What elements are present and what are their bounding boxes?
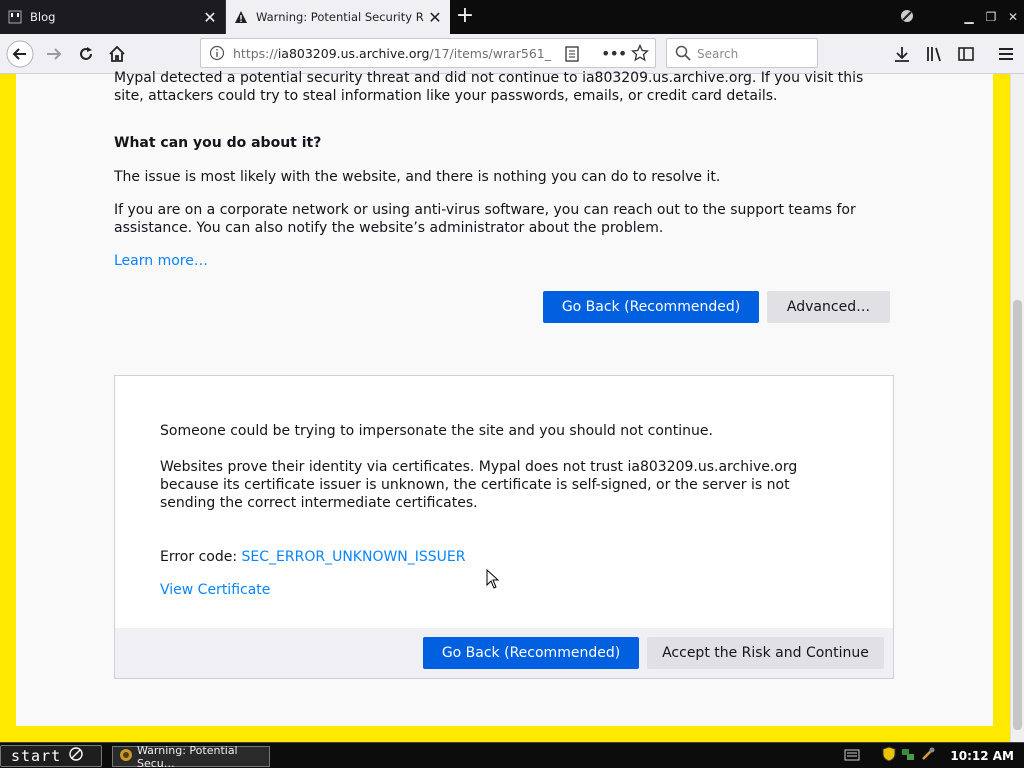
blog-favicon-icon: [8, 10, 22, 24]
advanced-panel: Someone could be trying to impersonate t…: [114, 375, 894, 679]
download-icon: [895, 47, 909, 62]
more-icon[interactable]: •••: [601, 44, 627, 63]
forward-button[interactable]: [40, 40, 68, 68]
downloads-button[interactable]: [888, 40, 916, 68]
reload-button[interactable]: [72, 40, 100, 68]
clock: 10:12 AM: [950, 749, 1014, 763]
close-window-icon[interactable]: ✕: [1002, 10, 1024, 24]
warning-icon: [234, 10, 248, 24]
forward-icon: [47, 48, 62, 60]
resolution-text: The issue is most likely with the websit…: [114, 169, 721, 185]
scrollbar-thumb[interactable]: [1013, 300, 1022, 730]
go-back-button[interactable]: Go Back (Recommended): [543, 291, 759, 323]
search-bar[interactable]: Search: [666, 38, 818, 68]
new-tab-button[interactable]: +: [452, 4, 478, 30]
navigation-toolbar: https://ia803209.us.archive.org/17/items…: [0, 34, 1024, 74]
error-code-link[interactable]: SEC_ERROR_UNKNOWN_ISSUER: [242, 549, 466, 565]
tab-warning[interactable]: Warning: Potential Security Risk Ah ✕: [226, 0, 450, 34]
library-button[interactable]: [920, 40, 948, 68]
error-code-label: Error code:: [160, 549, 238, 565]
tab-blog[interactable]: Blog ✕: [0, 0, 226, 34]
bookmark-star-icon[interactable]: [630, 43, 650, 66]
start-logo-icon: [69, 747, 83, 765]
back-icon: [6, 40, 34, 68]
search-placeholder: Search: [697, 47, 739, 61]
error-code-line: Error code: SEC_ERROR_UNKNOWN_ISSUER: [160, 548, 466, 566]
restore-icon[interactable]: ❐: [980, 10, 1002, 24]
menu-icon: [999, 48, 1013, 60]
start-button[interactable]: start: [0, 745, 102, 767]
start-label: start: [11, 747, 62, 765]
corporate-network-text: If you are on a corporate network or usi…: [114, 202, 856, 236]
menu-button[interactable]: [992, 40, 1020, 68]
certificate-explanation: Websites prove their identity via certif…: [160, 459, 798, 511]
tab-strip: Blog ✕ Warning: Potential Security Risk …: [0, 0, 1024, 34]
extension-icon[interactable]: [896, 8, 918, 27]
advanced-panel-footer: Go Back (Recommended) Accept the Risk an…: [115, 628, 893, 678]
library-icon: [927, 47, 941, 62]
network-icon[interactable]: [900, 746, 916, 766]
tab-close-icon[interactable]: ✕: [199, 6, 221, 28]
tab-close-icon[interactable]: ✕: [424, 6, 446, 28]
intro-text: Mypal detected a potential security thre…: [114, 70, 864, 104]
system-tray: 10:12 AM: [844, 745, 1024, 767]
accept-risk-button[interactable]: Accept the Risk and Continue: [647, 637, 884, 669]
tab-title: Warning: Potential Security Risk Ah: [256, 10, 424, 24]
taskbar: start Warning: Potential Secu… 10:12 AM: [0, 742, 1024, 768]
home-icon: [109, 45, 125, 62]
keyboard-icon[interactable]: [844, 747, 860, 766]
taskbar-item-label: Warning: Potential Secu…: [137, 743, 238, 768]
reload-icon: [80, 47, 92, 60]
back-button[interactable]: [6, 40, 34, 68]
vertical-scrollbar[interactable]: [1010, 74, 1024, 742]
sidebar-icon: [958, 47, 974, 61]
home-button[interactable]: [103, 40, 131, 68]
advanced-button[interactable]: Advanced…: [767, 291, 890, 323]
browser-app-icon: [119, 748, 133, 765]
window-controls: ▁ ❐ ✕: [896, 0, 1024, 34]
view-certificate-link[interactable]: View Certificate: [160, 581, 270, 599]
shield-icon[interactable]: [882, 746, 896, 766]
url-bar[interactable]: https://ia803209.us.archive.org/17/items…: [200, 38, 656, 68]
minimize-icon[interactable]: ▁: [958, 10, 980, 24]
url-text: https://ia803209.us.archive.org/17/items…: [233, 46, 551, 61]
tools-icon[interactable]: [920, 746, 936, 766]
sidebar-button[interactable]: [952, 40, 980, 68]
section-heading: What can you do about it?: [114, 135, 322, 151]
impersonate-text: Someone could be trying to impersonate t…: [160, 423, 713, 439]
reader-icon[interactable]: [565, 46, 579, 66]
tab-title: Blog: [30, 10, 56, 24]
go-back-button-2[interactable]: Go Back (Recommended): [423, 637, 639, 669]
search-icon: [675, 45, 691, 65]
info-icon[interactable]: [209, 45, 225, 65]
taskbar-item-browser[interactable]: Warning: Potential Secu…: [112, 743, 270, 768]
learn-more-link[interactable]: Learn more…: [114, 252, 208, 270]
mouse-cursor-icon: [486, 569, 500, 589]
